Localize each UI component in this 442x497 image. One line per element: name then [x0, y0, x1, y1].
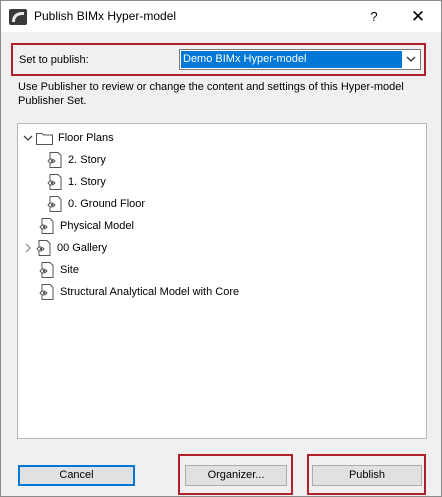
tree-item-label: 2. Story — [68, 154, 106, 166]
tree-item-label: Structural Analytical Model with Core — [60, 286, 240, 298]
chevron-right-icon[interactable] — [23, 243, 33, 253]
help-button[interactable]: ? — [357, 1, 391, 32]
tree-item-label: Physical Model — [60, 220, 134, 232]
cancel-button[interactable]: Cancel — [18, 465, 135, 486]
publisher-set-selected: Demo BIMx Hyper-model — [181, 51, 402, 68]
chevron-down-icon[interactable] — [23, 133, 33, 143]
publisher-set-dropdown[interactable]: Demo BIMx Hyper-model — [179, 49, 421, 70]
set-to-publish-row: Set to publish: Demo BIMx Hyper-model — [11, 43, 426, 76]
tree-item-label: Site — [60, 264, 79, 276]
publish-dialog: Publish BIMx Hyper-model ? ✕ Set to publ… — [0, 0, 442, 497]
chevron-down-icon[interactable] — [404, 53, 418, 65]
view-document-icon — [47, 196, 62, 212]
archicad-app-icon — [9, 9, 27, 25]
tree-item-site[interactable]: Site — [39, 260, 79, 280]
tree-item-floor-plans[interactable]: Floor Plans — [23, 128, 114, 148]
view-document-icon — [36, 240, 51, 256]
tree-item-structural-model[interactable]: Structural Analytical Model with Core — [39, 282, 239, 302]
tree-item-label: 0. Ground Floor — [68, 198, 146, 210]
set-to-publish-label: Set to publish: — [19, 54, 89, 66]
tree-item-physical-model[interactable]: Physical Model — [39, 216, 134, 236]
view-document-icon — [47, 152, 62, 168]
view-document-icon — [39, 218, 54, 234]
view-document-icon — [39, 284, 54, 300]
organizer-button[interactable]: Organizer... — [185, 465, 287, 486]
view-document-icon — [39, 262, 54, 278]
tree-item-label: 1. Story — [68, 176, 106, 188]
title-bar: Publish BIMx Hyper-model ? ✕ — [1, 1, 441, 32]
tree-item-ground-floor[interactable]: 0. Ground Floor — [47, 194, 145, 214]
description-text: Use Publisher to review or change the co… — [18, 81, 404, 107]
tree-item-label: 00 Gallery — [57, 242, 108, 254]
publisher-tree: Floor Plans 2. Story 1. Story 0. Ground … — [17, 123, 427, 439]
close-button[interactable]: ✕ — [396, 1, 440, 32]
publish-button[interactable]: Publish — [312, 465, 422, 486]
view-document-icon — [47, 174, 62, 190]
tree-item-label: Floor Plans — [58, 132, 114, 144]
tree-item-gallery[interactable]: 00 Gallery — [23, 238, 107, 258]
folder-icon — [36, 132, 53, 145]
tree-item-story-1[interactable]: 1. Story — [47, 172, 106, 192]
tree-item-story-2[interactable]: 2. Story — [47, 150, 106, 170]
window-title: Publish BIMx Hyper-model — [34, 9, 177, 23]
